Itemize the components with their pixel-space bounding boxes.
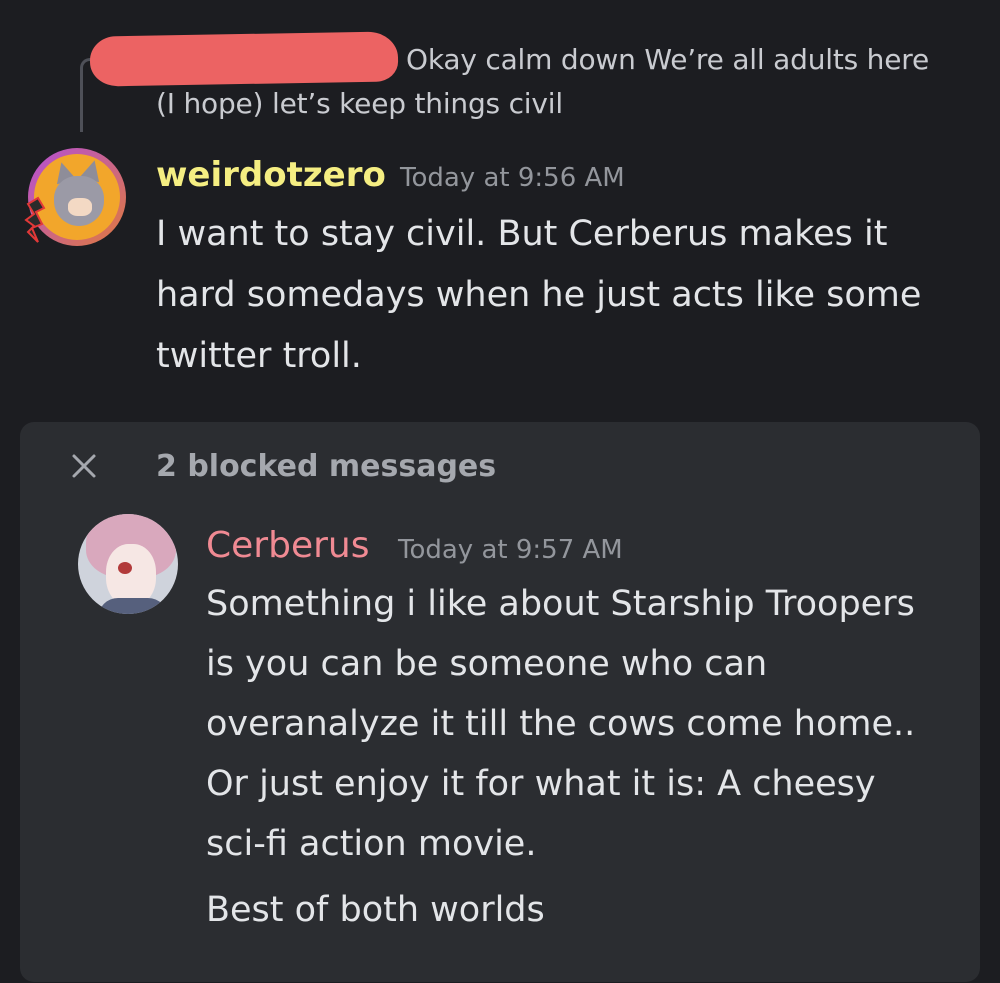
message-content: I want to stay civil. But Cerberus makes…: [156, 214, 922, 376]
redacted-username-overlay: [89, 31, 399, 87]
message-username[interactable]: weirdotzero: [156, 152, 386, 198]
chat-view: Okay calm down We’re all adults here (I …: [0, 0, 1000, 983]
message-content: Something i like about Starship Troopers…: [206, 584, 916, 864]
avatar[interactable]: [78, 514, 178, 614]
blocked-messages-label[interactable]: 2 blocked messages: [156, 446, 496, 488]
message-timestamp: Today at 9:57 AM: [398, 535, 623, 565]
avatar-decoration-icon: [24, 196, 46, 243]
close-icon[interactable]: [70, 452, 98, 480]
message-content: Best of both worlds: [206, 890, 545, 930]
message-timestamp: Today at 9:56 AM: [400, 163, 625, 193]
message-username[interactable]: Cerberus: [206, 522, 369, 570]
